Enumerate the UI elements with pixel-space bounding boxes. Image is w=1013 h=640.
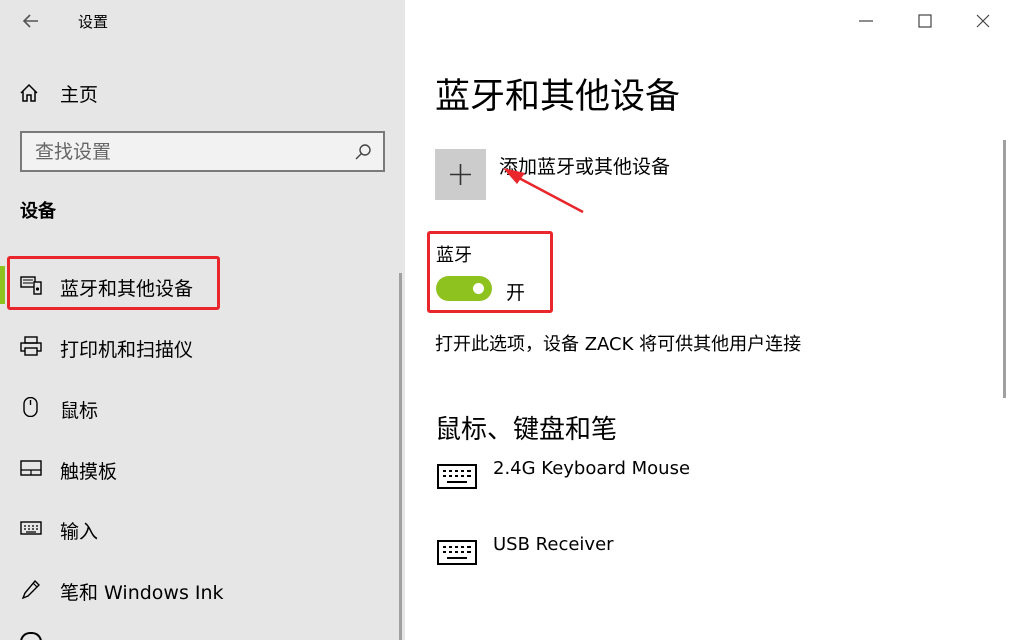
device-name: 2.4G Keyboard Mouse [493, 458, 691, 479]
sidebar-item-label: 打印机和扫描仪 [60, 339, 194, 361]
sidebar-item-printers[interactable]: 打印机和扫描仪 [0, 323, 400, 369]
maximize-icon[interactable] [914, 10, 936, 32]
sidebar-item-touchpad[interactable]: 触摸板 [0, 445, 400, 491]
sidebar-item-label: 触摸板 [60, 461, 118, 483]
back-arrow-icon [22, 14, 38, 28]
toggle-knob [473, 283, 484, 294]
main-scrollbar[interactable] [1003, 140, 1006, 398]
sidebar-item-partial-icon [20, 632, 42, 640]
sidebar-item-label: 鼠标 [60, 400, 99, 422]
sidebar-item-typing[interactable]: 输入 [0, 505, 400, 551]
bluetooth-toggle[interactable] [436, 276, 492, 301]
sidebar-item-label: 输入 [60, 521, 99, 543]
sidebar-section-title: 设备 [20, 201, 56, 222]
sidebar-item-pen[interactable]: 笔和 Windows Ink [0, 566, 400, 612]
mouse-icon [23, 397, 38, 417]
sidebar: 设置 主页 设备 蓝牙和其他设备 打印机和扫描仪 [0, 0, 405, 640]
keyboard-icon [437, 464, 477, 489]
bluetooth-description: 打开此选项，设备 ZACK 将可供其他用户连接 [435, 334, 802, 355]
devices-section-title: 鼠标、键盘和笔 [435, 415, 618, 445]
device-name: USB Receiver [493, 534, 614, 555]
sidebar-item-label: 笔和 Windows Ink [60, 582, 224, 604]
annotation-highlight-box [7, 256, 220, 310]
device-item[interactable]: 2.4G Keyboard Mouse [435, 458, 935, 508]
close-icon[interactable] [972, 10, 994, 32]
nav-home[interactable]: 主页 [18, 78, 98, 108]
device-item[interactable]: USB Receiver [435, 534, 935, 584]
bluetooth-state-label: 开 [506, 282, 526, 304]
window-title: 设置 [78, 13, 109, 31]
add-device-button[interactable] [435, 149, 486, 200]
plus-icon [450, 164, 471, 185]
home-icon [20, 83, 38, 102]
pen-icon [21, 579, 40, 599]
bluetooth-label: 蓝牙 [436, 245, 472, 266]
page-title: 蓝牙和其他设备 [435, 77, 681, 117]
search-icon[interactable] [353, 142, 373, 162]
sidebar-item-mouse[interactable]: 鼠标 [0, 384, 400, 430]
main-content: 蓝牙和其他设备 添加蓝牙或其他设备 蓝牙 开 打开此选项，设备 ZACK 将可供… [405, 0, 1013, 640]
touchpad-icon [20, 460, 42, 476]
sidebar-scrollbar[interactable] [399, 273, 402, 640]
back-button[interactable] [18, 8, 44, 34]
search-box[interactable] [20, 131, 385, 172]
minimize-icon[interactable] [855, 10, 877, 32]
keyboard-icon [20, 521, 42, 535]
printer-icon [20, 336, 42, 356]
keyboard-icon [437, 540, 477, 565]
search-input[interactable] [22, 133, 342, 170]
nav-home-label: 主页 [60, 83, 99, 106]
annotation-arrow-icon [503, 168, 584, 214]
